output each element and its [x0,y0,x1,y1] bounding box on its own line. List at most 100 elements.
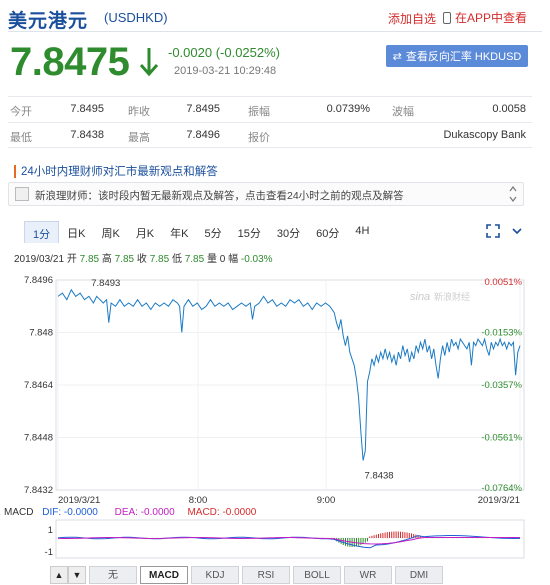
current-price: 7.8475 [10,40,130,84]
macd-value: MACD: -0.0000 [187,507,257,518]
macd-bar [391,531,393,538]
macd-bar [360,538,362,545]
tab-indicator[interactable]: DMI [395,566,443,584]
tab-period[interactable]: 周K [93,221,127,243]
stat-label: 波幅 [392,106,414,118]
x-tick-label: 2019/3/21 [478,495,520,506]
tab-period[interactable]: 15分 [230,221,269,243]
macd-bar [340,538,342,544]
tab-indicator[interactable]: RSI [242,566,290,584]
stats-row: 最低 7.8438 最高 7.8496 报价 Dukascopy Bank [8,122,532,148]
macd-bar [375,534,377,538]
quote-header: 美元港元 (USDHKD) 添加自选 在APP中查看 [0,0,550,32]
tab-indicator[interactable]: BOLL [293,566,341,584]
swap-icon: ⇄ [392,50,402,63]
scroll-arrows-icon[interactable] [509,185,517,203]
y-tick-label: 7.8432 [24,485,53,496]
chevron-down-icon[interactable] [510,224,524,238]
header-divider [8,31,542,32]
tab-indicator[interactable]: MACD [140,566,188,584]
macd-bar [347,538,349,547]
macd-dif: DIF: -0.0000 [42,507,98,518]
scroll-up-icon[interactable]: ▲ [50,566,68,584]
tab-period[interactable]: 5分 [197,221,230,243]
y-tick-label: 7.848 [29,328,53,339]
stats-row: 今开 7.8495 昨收 7.8495 振幅 0.0739% 波幅 0.0058 [8,96,532,122]
phone-icon [443,11,451,24]
macd-bar [380,533,382,538]
pct-tick-label: -0.0561% [481,433,522,444]
pct-tick-label: -0.0357% [481,380,522,391]
macd-bar [384,532,386,538]
tab-indicator[interactable]: 无 [89,566,137,584]
macd-bar [402,531,404,538]
tab-indicator[interactable]: KDJ [191,566,239,584]
macd-bar [349,538,351,547]
add-watchlist-link[interactable]: 添加自选 [388,10,436,27]
tab-period[interactable]: 月K [128,221,162,243]
tab-period[interactable]: 1分 [24,221,60,243]
watermark-text: 新浪财经 [434,291,470,302]
macd-dea: DEA: -0.0000 [114,507,175,518]
x-tick-label: 8:00 [189,495,208,506]
macd-bar [364,538,366,543]
stat-value: 7.8495 [70,103,104,115]
macd-bar [393,531,395,538]
macd-bar [408,532,410,538]
tab-period[interactable]: 年K [162,221,196,243]
tab-period[interactable]: 日K [59,221,93,243]
stat-label: 今开 [10,106,32,118]
macd-bar [382,532,384,538]
macd-tick-label: -1 [45,547,53,558]
open-in-app-label: 在APP中查看 [455,11,528,25]
advisor-news-title[interactable]: 24小时内理财师对汇市最新观点和解答 [14,163,218,179]
advisor-news-box[interactable]: 新浪理财师：该时段内暂无最新观点及解答，点击查看24小时之前的观点及解答 [8,182,524,206]
reverse-rate-label: 查看反向汇率 HKDUSD [405,51,522,63]
macd-bar [411,533,412,538]
stats-table: 今开 7.8495 昨收 7.8495 振幅 0.0739% 波幅 0.0058… [8,96,532,148]
macd-bar [371,535,373,538]
price-line [57,288,521,461]
pct-tick-label: 0.0051% [484,277,522,288]
stat-label: 最高 [128,132,150,144]
indicator-tabs: ▲ ▼ 无 MACD KDJ RSI BOLL WR DMI [50,566,443,584]
macd-bar [378,534,379,538]
macd-bar [369,536,371,538]
y-tick-label: 7.8448 [24,433,53,444]
macd-readout: MACD DIF: -0.0000 DEA: -0.0000 MACD: -0.… [4,507,256,518]
pair-code: (USDHKD) [104,10,168,25]
tab-period[interactable]: 30分 [269,221,308,243]
watermark-logo: sina [410,291,430,303]
macd-bar [342,538,344,545]
macd-bar [356,538,357,547]
reverse-rate-button[interactable]: ⇄ 查看反向汇率 HKDUSD [386,45,528,67]
fullscreen-icon[interactable] [486,224,500,238]
stat-label: 报价 [248,132,270,144]
tab-indicator[interactable]: WR [344,566,392,584]
macd-bar [373,535,375,538]
title-accent-bar [14,164,16,178]
macd-title: MACD [4,507,34,518]
y-tick-label: 7.8464 [24,380,53,391]
pair-title: 美元港元 [8,11,89,32]
period-tabs: 1分 日K 周K 月K 年K 5分 15分 30分 60分 4H [24,221,377,243]
price-change: -0.0020 (-0.0252%) [168,45,281,60]
macd-bar [367,538,368,542]
open-in-app-link[interactable]: 在APP中查看 [443,9,527,26]
low-annotation: 7.8438 [365,470,394,481]
macd-bar [400,531,401,538]
tab-period[interactable]: 60分 [308,221,347,243]
quote-time: 2019-03-21 10:29:48 [174,65,277,77]
x-tick-label: 9:00 [317,495,336,506]
stat-value: 0.0739% [326,103,370,115]
tab-period[interactable]: 4H [347,221,377,243]
stat-value: 0.0058 [492,103,526,115]
pct-tick-label: -0.0153% [481,328,522,339]
scroll-down-icon[interactable]: ▼ [68,566,86,584]
down-arrow-icon [139,48,159,77]
y-tick-label: 7.8496 [24,275,53,286]
stat-value: Dukascopy Bank [443,129,526,141]
macd-bar [406,532,408,538]
macd-bar [395,531,397,538]
macd-bar [397,531,399,538]
